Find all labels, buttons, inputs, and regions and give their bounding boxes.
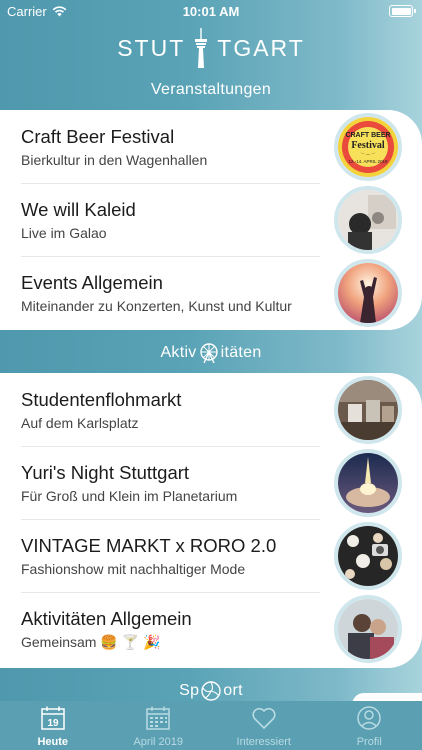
heart-icon	[252, 707, 276, 729]
calendar-day-icon: 19	[41, 706, 65, 730]
tab-interessiert[interactable]: Interessiert	[211, 701, 317, 750]
profile-icon	[357, 706, 381, 730]
list-item-title: Craft Beer Festival	[21, 126, 175, 147]
list-item-craft-beer-festival[interactable]: Craft Beer Festival Bierkultur in den Wa…	[0, 110, 422, 183]
events-list: Craft Beer Festival Bierkultur in den Wa…	[0, 110, 422, 330]
beer-festival-poster-image: CRAFT BEER Festival 12.-14. APRIL 2019	[338, 117, 398, 177]
app-logo: STUT TGART	[0, 22, 422, 74]
volleyball-icon	[201, 681, 221, 701]
activity-thumbnail	[334, 522, 402, 590]
list-item-subtitle: Gemeinsam 🍔 🍸 🎉	[21, 634, 161, 650]
list-item-studentenflohmarkt[interactable]: Studentenflohmarkt Auf dem Karlsplatz	[0, 373, 422, 446]
tv-tower-icon	[195, 28, 208, 68]
tab-bar: 19 Heute April 2019 Interessiert Profil	[0, 701, 422, 750]
logo-text-right: TGART	[217, 34, 305, 61]
section-header-events: Veranstaltungen	[0, 72, 422, 108]
event-thumbnail	[334, 259, 402, 327]
tab-profil[interactable]: Profil	[317, 701, 422, 750]
tab-label: April 2019	[133, 736, 184, 748]
list-item-subtitle: Auf dem Karlsplatz	[21, 415, 139, 431]
app-screen: Carrier 10:01 AM STUT TGART Veranstaltun…	[0, 0, 422, 750]
battery-icon	[389, 5, 416, 17]
tab-label: Interessiert	[236, 736, 291, 748]
activity-thumbnail	[334, 376, 402, 444]
vintage-fabric-photo-image	[338, 526, 398, 586]
list-item-subtitle: Fashionshow mit nachhaltiger Mode	[21, 561, 246, 577]
list-item-title: Aktivitäten Allgemein	[21, 608, 192, 629]
activity-thumbnail	[334, 595, 402, 663]
activities-list: Studentenflohmarkt Auf dem Karlsplatz Yu…	[0, 373, 422, 668]
section-title-left: Aktiv	[160, 344, 197, 361]
friends-photo-image	[338, 599, 398, 659]
tab-label: Profil	[356, 736, 382, 748]
poster-line-3: 12.-14. APRIL 2019	[348, 159, 388, 164]
tab-april-2019[interactable]: April 2019	[106, 701, 212, 750]
flea-market-photo-image	[338, 380, 398, 440]
calendar-day-number: 19	[47, 718, 59, 729]
tab-heute[interactable]: 19 Heute	[0, 701, 106, 750]
list-item-title: VINTAGE MARKT x RORO 2.0	[21, 535, 277, 556]
list-item-subtitle: Live im Galao	[21, 225, 107, 241]
status-bar: Carrier 10:01 AM	[0, 0, 422, 22]
list-item-title: Studentenflohmarkt	[21, 389, 182, 410]
list-item-subtitle: Für Groß und Klein im Planetarium	[21, 488, 238, 504]
list-item-title: Yuri's Night Stuttgart	[21, 462, 190, 483]
event-thumbnail: CRAFT BEER Festival 12.-14. APRIL 2019	[334, 113, 402, 181]
section-title-right: ort	[223, 682, 243, 699]
logo-text-left: STUT	[117, 34, 186, 61]
section-title: Veranstaltungen	[150, 81, 272, 98]
section-header-activities: Aktiv itäten	[0, 335, 422, 371]
list-item-we-will-kaleid[interactable]: We will Kaleid Live im Galao	[0, 183, 422, 256]
list-item-events-allgemein[interactable]: Events Allgemein Miteinander zu Konzerte…	[0, 256, 422, 329]
list-item-yuris-night[interactable]: Yuri's Night Stuttgart Für Groß und Klei…	[0, 446, 422, 519]
list-item-title: Events Allgemein	[21, 272, 163, 293]
concert-photo-image	[338, 263, 398, 323]
list-item-title: We will Kaleid	[21, 199, 136, 220]
rocket-launch-photo-image	[338, 453, 398, 513]
section-title-left: Sp	[179, 682, 200, 699]
band-photo-image	[338, 190, 398, 250]
ferris-wheel-icon	[199, 343, 218, 364]
activity-thumbnail	[334, 449, 402, 517]
list-item-vintage-markt[interactable]: VINTAGE MARKT x RORO 2.0 Fashionshow mit…	[0, 519, 422, 592]
list-item-subtitle: Miteinander zu Konzerten, Kunst und Kult…	[21, 298, 292, 314]
tab-label: Heute	[37, 736, 69, 748]
list-item-subtitle: Bierkultur in den Wagenhallen	[21, 152, 208, 168]
poster-line-2: Festival	[351, 140, 385, 151]
status-time: 10:01 AM	[182, 4, 240, 19]
list-item-aktivitaeten-allgemein[interactable]: Aktivitäten Allgemein Gemeinsam 🍔 🍸 🎉	[0, 592, 422, 665]
event-thumbnail	[334, 186, 402, 254]
section-title-right: itäten	[220, 344, 262, 361]
poster-line-1: CRAFT BEER	[345, 132, 390, 139]
calendar-month-icon	[146, 706, 170, 730]
